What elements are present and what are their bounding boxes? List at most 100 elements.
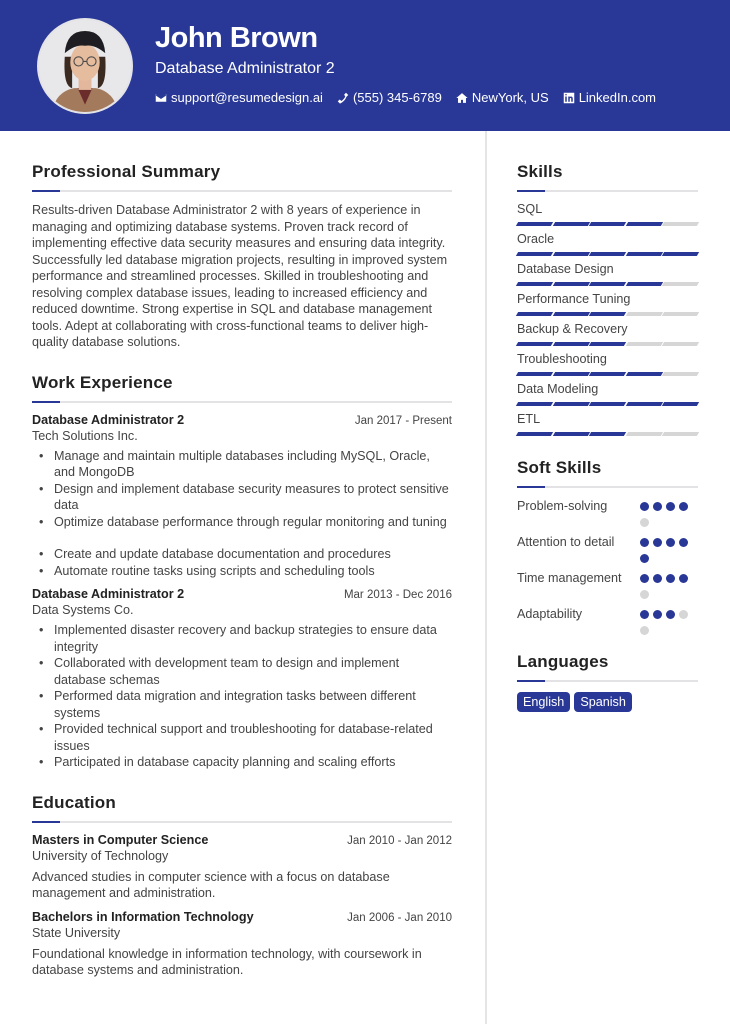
- rating-segment-filled: [552, 432, 590, 436]
- rating-segment-filled: [515, 312, 553, 316]
- experience-section: Work Experience Database Administrator 2…: [32, 373, 452, 771]
- contact-phone[interactable]: (555) 345-6789: [337, 90, 442, 105]
- rating-segment-filled: [589, 342, 626, 346]
- rating-segment-filled: [515, 222, 553, 226]
- soft-skill-name: Time management: [517, 571, 622, 585]
- job-bullet: Participated in database capacity planni…: [39, 754, 452, 771]
- rating-dot-filled: [640, 502, 649, 511]
- rating-segment-filled: [552, 312, 590, 316]
- rating-segment-empty: [625, 342, 663, 346]
- rating-dot-filled: [666, 538, 675, 547]
- language-tag: Spanish: [574, 692, 632, 712]
- rating-segment-filled: [662, 402, 700, 406]
- section-title: Skills: [517, 162, 563, 181]
- rating-segment-filled: [625, 222, 663, 226]
- section-title: Languages: [517, 652, 609, 671]
- soft-skills-list: Problem-solving Attention to detail Time m…: [517, 498, 698, 642]
- rating-segment-empty: [662, 312, 700, 316]
- language-tag: English: [517, 692, 571, 712]
- skill-item: Backup & Recovery: [515, 322, 700, 352]
- rating-dot-empty: [679, 610, 688, 619]
- linkedin-icon: [563, 92, 574, 103]
- job-bullets: Implemented disaster recovery and backup…: [32, 622, 452, 771]
- job-bullet: Performed data migration and integration…: [39, 688, 452, 721]
- soft-skill-rating: [640, 498, 698, 534]
- rating-segment-filled: [589, 252, 626, 256]
- soft-skill-rating: [640, 534, 698, 570]
- job-bullet: Collaborated with development team to de…: [39, 655, 452, 688]
- job-bullets: Manage and maintain multiple databases i…: [32, 448, 452, 580]
- rating-segment-filled: [552, 342, 590, 346]
- rating-segment-filled: [589, 402, 626, 406]
- contact-linkedin-text: LinkedIn.com: [578, 90, 657, 105]
- section-rule: [32, 400, 452, 403]
- rating-dot-empty: [640, 518, 649, 527]
- rating-segment-filled: [662, 252, 700, 256]
- rating-segment-filled: [625, 402, 663, 406]
- skill-item: Oracle: [515, 232, 700, 262]
- job-dates: Mar 2013 - Dec 2016: [343, 589, 452, 601]
- rating-segment-filled: [552, 252, 590, 256]
- contact-linkedin[interactable]: LinkedIn.com: [563, 90, 656, 105]
- language-tags: English Spanish: [517, 692, 698, 712]
- rating-segment-filled: [589, 432, 626, 436]
- rating-segment-filled: [589, 282, 626, 286]
- person-photo-icon: [39, 20, 131, 112]
- contact-email-text: support@resumedesign.ai: [171, 90, 323, 105]
- sidebar-column: Skills SQL Oracle Database Design Performan…: [515, 162, 700, 712]
- section-rule: [32, 190, 452, 192]
- rating-dot-filled: [640, 574, 649, 583]
- skill-name: Performance Tuning: [517, 292, 631, 306]
- rating-dot-filled: [640, 554, 649, 563]
- skill-item: Performance Tuning: [515, 292, 700, 322]
- job-company: Tech Solutions Inc.: [32, 428, 138, 443]
- rating-dot-filled: [666, 610, 675, 619]
- skill-item: Database Design: [515, 262, 700, 292]
- degree: Bachelors in Information Technology: [32, 909, 254, 924]
- summary-section: Professional Summary Results-driven Data…: [32, 162, 452, 351]
- job-role: Database Administrator 2: [32, 412, 185, 427]
- contact-location: NewYork, US: [456, 90, 549, 105]
- rating-dot-filled: [653, 574, 662, 583]
- section-rule: [32, 820, 452, 823]
- section-title: Professional Summary: [32, 162, 221, 181]
- education-description: Advanced studies in computer science wit…: [32, 869, 390, 901]
- job-dates: Jan 2017 - Present: [354, 414, 452, 427]
- skill-rating-bar: [515, 252, 700, 262]
- rating-segment-empty: [662, 222, 700, 226]
- skill-rating-bar: [515, 342, 700, 352]
- soft-skill-item: Adaptability: [517, 606, 698, 642]
- column-divider: [485, 131, 487, 1024]
- job-bullet: Provided technical support and troublesh…: [39, 721, 452, 754]
- rating-segment-empty: [662, 372, 700, 376]
- rating-dot-empty: [640, 590, 649, 599]
- skill-item: ETL: [515, 412, 700, 442]
- soft-skill-item: Problem-solving: [517, 498, 698, 534]
- education-description: Foundational knowledge in information te…: [32, 946, 422, 978]
- degree: Masters in Computer Science: [32, 832, 209, 847]
- envelope-icon: [155, 93, 167, 102]
- rating-segment-filled: [515, 402, 553, 406]
- contact-phone-text: (555) 345-6789: [352, 90, 442, 105]
- soft-skills-section: Soft Skills Problem-solving Attention to …: [517, 458, 698, 642]
- skill-rating-bar: [515, 282, 700, 292]
- soft-skill-item: Time management: [517, 570, 698, 606]
- rating-segment-filled: [625, 252, 663, 256]
- phone-icon: [337, 92, 349, 104]
- job-role: Database Administrator 2: [32, 587, 185, 601]
- job-company: Data Systems Co.: [32, 603, 134, 617]
- rating-dot-filled: [679, 538, 688, 547]
- rating-segment-empty: [625, 432, 663, 436]
- skill-item: Data Modeling: [515, 382, 700, 412]
- skill-rating-bar: [515, 402, 700, 412]
- rating-segment-empty: [662, 432, 700, 436]
- candidate-title: Database Administrator 2: [155, 60, 335, 77]
- education-entry: Masters in Computer Science Jan 2010 - J…: [32, 833, 452, 902]
- contact-email[interactable]: support@resumedesign.ai: [155, 90, 323, 105]
- profile-photo: [37, 18, 133, 114]
- rating-segment-filled: [625, 372, 663, 376]
- rating-segment-filled: [515, 342, 553, 346]
- skill-rating-bar: [515, 372, 700, 382]
- skill-name: Oracle: [517, 232, 555, 246]
- education-dates: Jan 2010 - Jan 2012: [347, 834, 452, 847]
